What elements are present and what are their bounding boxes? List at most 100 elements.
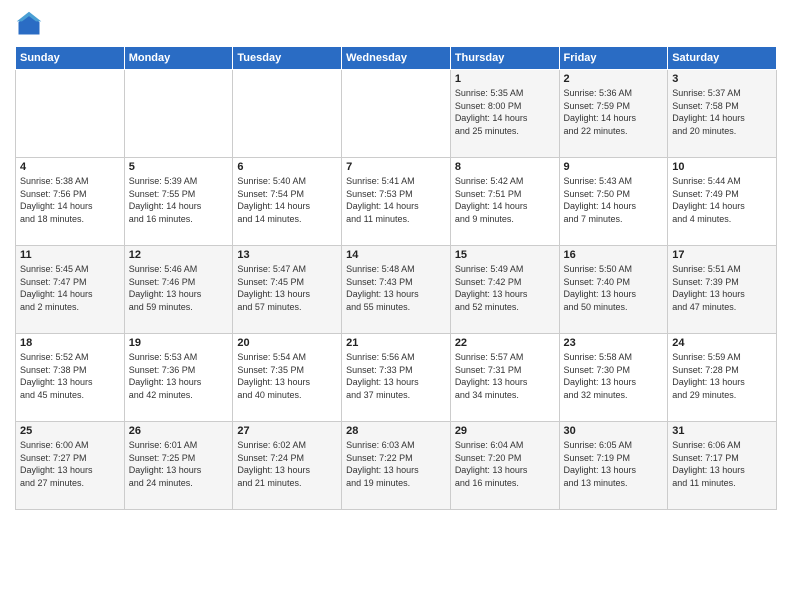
day-info: Sunrise: 6:02 AM Sunset: 7:24 PM Dayligh…	[237, 439, 337, 489]
day-number: 9	[564, 161, 664, 173]
day-number: 6	[237, 161, 337, 173]
day-info: Sunrise: 5:49 AM Sunset: 7:42 PM Dayligh…	[455, 263, 555, 313]
day-number: 26	[129, 425, 229, 437]
calendar-cell: 14 Sunrise: 5:48 AM Sunset: 7:43 PM Dayli…	[342, 246, 451, 334]
day-number: 10	[672, 161, 772, 173]
calendar-cell: 18 Sunrise: 5:52 AM Sunset: 7:38 PM Dayli…	[16, 334, 125, 422]
calendar-cell: 28 Sunrise: 6:03 AM Sunset: 7:22 PM Dayli…	[342, 422, 451, 510]
day-info: Sunrise: 5:44 AM Sunset: 7:49 PM Dayligh…	[672, 175, 772, 225]
calendar-week-row: 11Sunrise: 5:45 AM Sunset: 7:47 PM Dayli…	[16, 246, 777, 334]
calendar-cell: 16 Sunrise: 5:50 AM Sunset: 7:40 PM Dayli…	[559, 246, 668, 334]
day-number: 30	[564, 425, 664, 437]
day-number: 1	[455, 73, 555, 85]
day-number: 19	[129, 337, 229, 349]
day-number: 13	[237, 249, 337, 261]
calendar-cell: 27 Sunrise: 6:02 AM Sunset: 7:24 PM Dayli…	[233, 422, 342, 510]
day-number: 2	[564, 73, 664, 85]
day-number: 8	[455, 161, 555, 173]
logo	[15, 10, 47, 38]
day-info: Sunrise: 5:58 AM Sunset: 7:30 PM Dayligh…	[564, 351, 664, 401]
day-info: Sunrise: 5:45 AM Sunset: 7:47 PM Dayligh…	[20, 263, 120, 313]
calendar-cell: 9 Sunrise: 5:43 AM Sunset: 7:50 PM Daylig…	[559, 158, 668, 246]
calendar-cell: 2 Sunrise: 5:36 AM Sunset: 7:59 PM Daylig…	[559, 70, 668, 158]
day-number: 18	[20, 337, 120, 349]
day-info: Sunrise: 5:48 AM Sunset: 7:43 PM Dayligh…	[346, 263, 446, 313]
calendar-week-row: 4 Sunrise: 5:38 AM Sunset: 7:56 PM Daylig…	[16, 158, 777, 246]
calendar-cell: 4 Sunrise: 5:38 AM Sunset: 7:56 PM Daylig…	[16, 158, 125, 246]
day-info: Sunrise: 5:37 AM Sunset: 7:58 PM Dayligh…	[672, 87, 772, 137]
calendar-cell: 24 Sunrise: 5:59 AM Sunset: 7:28 PM Dayli…	[668, 334, 777, 422]
calendar-cell: 12 Sunrise: 5:46 AM Sunset: 7:46 PM Dayli…	[124, 246, 233, 334]
day-info: Sunrise: 6:05 AM Sunset: 7:19 PM Dayligh…	[564, 439, 664, 489]
calendar-cell: 25Sunrise: 6:00 AM Sunset: 7:27 PM Dayli…	[16, 422, 125, 510]
day-info: Sunrise: 5:35 AM Sunset: 8:00 PM Dayligh…	[455, 87, 555, 137]
calendar-cell: 21Sunrise: 5:56 AM Sunset: 7:33 PM Dayli…	[342, 334, 451, 422]
day-number: 14	[346, 249, 446, 261]
day-info: Sunrise: 5:50 AM Sunset: 7:40 PM Dayligh…	[564, 263, 664, 313]
calendar-header: SundayMondayTuesdayWednesdayThursdayFrid…	[16, 47, 777, 70]
day-info: Sunrise: 5:57 AM Sunset: 7:31 PM Dayligh…	[455, 351, 555, 401]
calendar-table: SundayMondayTuesdayWednesdayThursdayFrid…	[15, 46, 777, 510]
day-info: Sunrise: 5:53 AM Sunset: 7:36 PM Dayligh…	[129, 351, 229, 401]
calendar-cell: 17 Sunrise: 5:51 AM Sunset: 7:39 PM Dayli…	[668, 246, 777, 334]
page-container: SundayMondayTuesdayWednesdayThursdayFrid…	[0, 0, 792, 520]
day-number: 12	[129, 249, 229, 261]
calendar-cell: 11Sunrise: 5:45 AM Sunset: 7:47 PM Dayli…	[16, 246, 125, 334]
day-info: Sunrise: 5:59 AM Sunset: 7:28 PM Dayligh…	[672, 351, 772, 401]
calendar-cell: 5 Sunrise: 5:39 AM Sunset: 7:55 PM Daylig…	[124, 158, 233, 246]
calendar-cell: 10 Sunrise: 5:44 AM Sunset: 7:49 PM Dayli…	[668, 158, 777, 246]
calendar-cell: 3 Sunrise: 5:37 AM Sunset: 7:58 PM Daylig…	[668, 70, 777, 158]
calendar-body: 1 Sunrise: 5:35 AM Sunset: 8:00 PM Daylig…	[16, 70, 777, 510]
day-number: 27	[237, 425, 337, 437]
calendar-cell: 23 Sunrise: 5:58 AM Sunset: 7:30 PM Dayli…	[559, 334, 668, 422]
logo-icon	[15, 10, 43, 38]
day-number: 31	[672, 425, 772, 437]
calendar-cell: 7 Sunrise: 5:41 AM Sunset: 7:53 PM Daylig…	[342, 158, 451, 246]
day-info: Sunrise: 5:46 AM Sunset: 7:46 PM Dayligh…	[129, 263, 229, 313]
day-info: Sunrise: 6:06 AM Sunset: 7:17 PM Dayligh…	[672, 439, 772, 489]
day-number: 15	[455, 249, 555, 261]
calendar-cell: 22 Sunrise: 5:57 AM Sunset: 7:31 PM Dayli…	[450, 334, 559, 422]
weekday-header: Monday	[124, 47, 233, 70]
day-info: Sunrise: 5:39 AM Sunset: 7:55 PM Dayligh…	[129, 175, 229, 225]
day-number: 28	[346, 425, 446, 437]
weekday-header: Thursday	[450, 47, 559, 70]
day-info: Sunrise: 5:54 AM Sunset: 7:35 PM Dayligh…	[237, 351, 337, 401]
day-info: Sunrise: 5:56 AM Sunset: 7:33 PM Dayligh…	[346, 351, 446, 401]
calendar-cell: 20 Sunrise: 5:54 AM Sunset: 7:35 PM Dayli…	[233, 334, 342, 422]
day-number: 24	[672, 337, 772, 349]
weekday-header: Tuesday	[233, 47, 342, 70]
weekday-header: Saturday	[668, 47, 777, 70]
calendar-cell: 1 Sunrise: 5:35 AM Sunset: 8:00 PM Daylig…	[450, 70, 559, 158]
day-info: Sunrise: 5:41 AM Sunset: 7:53 PM Dayligh…	[346, 175, 446, 225]
day-number: 5	[129, 161, 229, 173]
calendar-week-row: 1 Sunrise: 5:35 AM Sunset: 8:00 PM Daylig…	[16, 70, 777, 158]
day-number: 7	[346, 161, 446, 173]
day-number: 17	[672, 249, 772, 261]
day-info: Sunrise: 5:51 AM Sunset: 7:39 PM Dayligh…	[672, 263, 772, 313]
day-info: Sunrise: 5:43 AM Sunset: 7:50 PM Dayligh…	[564, 175, 664, 225]
day-info: Sunrise: 5:52 AM Sunset: 7:38 PM Dayligh…	[20, 351, 120, 401]
day-number: 3	[672, 73, 772, 85]
calendar-cell: 8Sunrise: 5:42 AM Sunset: 7:51 PM Daylig…	[450, 158, 559, 246]
calendar-cell: 15 Sunrise: 5:49 AM Sunset: 7:42 PM Dayli…	[450, 246, 559, 334]
day-info: Sunrise: 6:03 AM Sunset: 7:22 PM Dayligh…	[346, 439, 446, 489]
day-info: Sunrise: 6:01 AM Sunset: 7:25 PM Dayligh…	[129, 439, 229, 489]
day-number: 22	[455, 337, 555, 349]
day-info: Sunrise: 5:36 AM Sunset: 7:59 PM Dayligh…	[564, 87, 664, 137]
day-number: 4	[20, 161, 120, 173]
day-number: 16	[564, 249, 664, 261]
day-info: Sunrise: 5:38 AM Sunset: 7:56 PM Dayligh…	[20, 175, 120, 225]
calendar-week-row: 25Sunrise: 6:00 AM Sunset: 7:27 PM Dayli…	[16, 422, 777, 510]
header	[15, 10, 777, 38]
day-number: 20	[237, 337, 337, 349]
weekday-header: Wednesday	[342, 47, 451, 70]
calendar-cell: 6Sunrise: 5:40 AM Sunset: 7:54 PM Daylig…	[233, 158, 342, 246]
day-number: 23	[564, 337, 664, 349]
calendar-cell: 19 Sunrise: 5:53 AM Sunset: 7:36 PM Dayli…	[124, 334, 233, 422]
day-info: Sunrise: 6:04 AM Sunset: 7:20 PM Dayligh…	[455, 439, 555, 489]
calendar-cell	[124, 70, 233, 158]
calendar-cell	[342, 70, 451, 158]
day-info: Sunrise: 6:00 AM Sunset: 7:27 PM Dayligh…	[20, 439, 120, 489]
weekday-header: Sunday	[16, 47, 125, 70]
